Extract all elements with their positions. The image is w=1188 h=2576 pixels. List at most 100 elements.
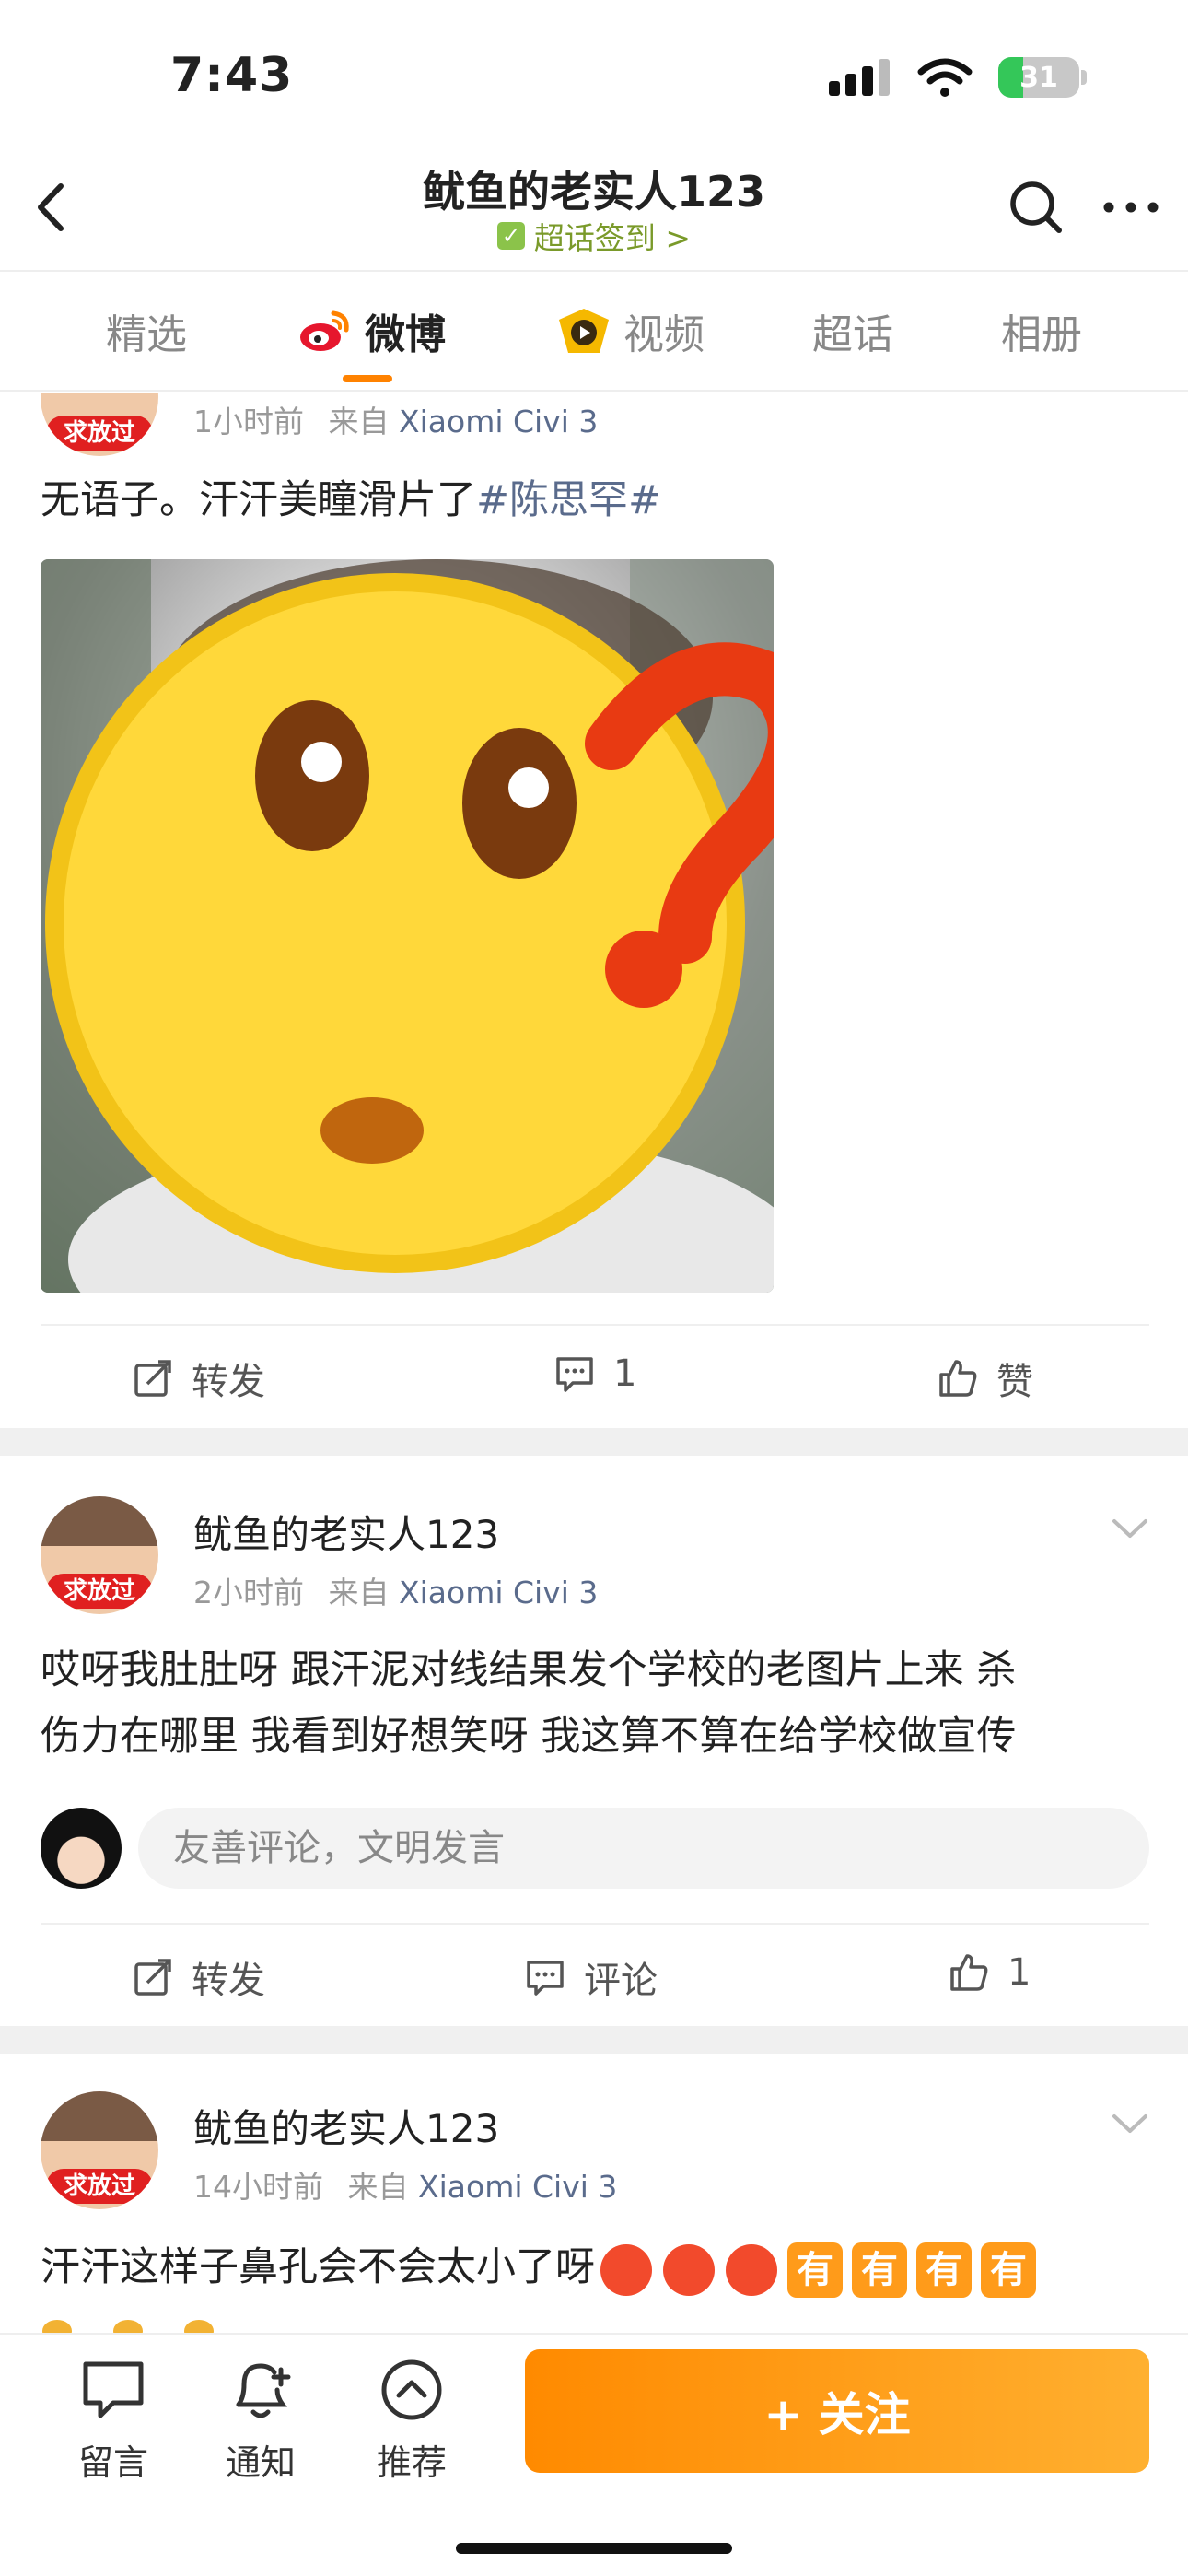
notify-button[interactable]: 通知 (210, 2353, 311, 2485)
post-source[interactable]: Xiaomi Civi 3 (399, 404, 598, 439)
tab-label: 微博 (365, 311, 446, 358)
post-text-line: 哎呀我肚肚呀 跟汗泥对线结果发个学校的老图片上来 杀 (41, 1647, 1017, 1693)
home-indicator[interactable] (456, 2543, 732, 2554)
active-tab-indicator (343, 375, 392, 382)
hot-face-emoji-icon (726, 2243, 777, 2296)
repost-icon (134, 1959, 171, 1996)
header: 鱿鱼的老实人123 ✓ 超话签到 > (0, 147, 1188, 272)
avatar[interactable]: 求放过 (41, 1496, 158, 1614)
chevron-down-icon[interactable] (1109, 1514, 1151, 1541)
topic-link[interactable]: #陈思罕# (476, 477, 661, 523)
post-from-label: 来自 (328, 404, 390, 439)
tab-bar: 精选 微博 视频 超话 相册 (0, 274, 1188, 392)
follow-button[interactable]: + 关注 (525, 2349, 1149, 2473)
author-name[interactable]: 鱿鱼的老实人123 (193, 2098, 499, 2154)
post-from-label: 来自 (328, 1575, 390, 1610)
battery-cap (1081, 70, 1087, 85)
you-emoji-icon: 有 (981, 2242, 1036, 2298)
checkin-label: 超话签到 > (533, 220, 692, 256)
like-label: 赞 (996, 1361, 1033, 1403)
post-meta: 2小时前 来自 Xiaomi Civi 3 (193, 1568, 598, 1612)
avatar-badge: 求放过 (46, 2169, 153, 2204)
recommend-button[interactable]: 推荐 (361, 2353, 462, 2485)
post-meta: 14小时前 来自 Xiaomi Civi 3 (193, 2162, 617, 2207)
tab-label: 视频 (623, 311, 705, 358)
battery-text: 31 (1019, 61, 1058, 94)
repost-button[interactable]: 转发 (131, 1950, 265, 2004)
you-emoji-icon: 有 (916, 2242, 972, 2298)
hot-face-emoji-icon (600, 2243, 652, 2296)
like-count: 1 (1007, 1951, 1031, 1994)
post-time: 2小时前 (193, 1575, 304, 1610)
wifi-icon (917, 58, 973, 97)
feed[interactable]: 求放过 1小时前 来自 Xiaomi Civi 3 无语子。汗汗美瞳滑片了#陈思… (0, 393, 1188, 2333)
chevron-up-circle-icon (381, 2359, 442, 2420)
post-source[interactable]: Xiaomi Civi 3 (399, 1575, 598, 1610)
post-text: 汗汗这样子鼻孔会不会太小了呀有有有有 (41, 2234, 1155, 2301)
comment-icon (527, 1961, 564, 1996)
tab-supertopic[interactable]: 超话 (812, 301, 893, 360)
bottom-bar: 留言 通知 推荐 + 关注 (0, 2333, 1188, 2576)
clap-emoji-icon (42, 2320, 214, 2333)
author-name[interactable]: 鱿鱼的老实人123 (193, 1504, 499, 1560)
notify-label: 通知 (225, 2442, 296, 2483)
post-text-line: 伤力在哪里 我看到好想笑呀 我这算不算在给学校做宣传 (41, 1714, 1017, 1760)
thumbs-up-icon (950, 1954, 988, 1991)
post-body: 无语子。汗汗美瞳滑片了 (41, 477, 476, 523)
search-icon[interactable] (1004, 175, 1068, 240)
post-source[interactable]: Xiaomi Civi 3 (418, 2169, 617, 2205)
thumbs-up-icon (939, 1360, 977, 1397)
more-icon[interactable] (1094, 175, 1168, 240)
post-time: 1小时前 (193, 404, 304, 439)
post-divider (0, 2026, 1188, 2054)
status-time: 7:43 (170, 48, 294, 103)
tab-label: 超话 (812, 311, 893, 358)
repost-label: 转发 (192, 1960, 265, 2002)
chevron-down-icon[interactable] (1109, 2109, 1151, 2137)
video-play-icon (559, 309, 609, 353)
post-image[interactable] (41, 559, 774, 1293)
status-icons: 31 (827, 57, 1087, 98)
message-label: 留言 (77, 2442, 148, 2483)
comment-button[interactable]: 评论 (523, 1950, 658, 2004)
message-button[interactable]: 留言 (63, 2353, 164, 2485)
post-action-bar: 转发 评论 1 (41, 1923, 1149, 2024)
repost-button[interactable]: 转发 (131, 1352, 265, 1405)
comment-icon (556, 1357, 593, 1392)
post-action-bar: 转发 1 赞 (41, 1324, 1149, 1425)
post-time: 14小时前 (193, 2169, 323, 2205)
post-text: 哎呀我肚肚呀 跟汗泥对线结果发个学校的老图片上来 杀 伤力在哪里 我看到好想笑呀… (41, 1637, 1155, 1770)
recommend-label: 推荐 (376, 2442, 447, 2483)
avatar-badge: 求放过 (46, 416, 153, 451)
post-divider (0, 1428, 1188, 1456)
comment-label: 评论 (584, 1960, 658, 2002)
avatar[interactable]: 求放过 (41, 2091, 158, 2209)
message-icon (83, 2361, 144, 2418)
tab-label: 相册 (1001, 311, 1082, 358)
you-emoji-icon: 有 (852, 2242, 907, 2298)
post-meta: 1小时前 来自 Xiaomi Civi 3 (193, 397, 598, 441)
comment-button[interactable]: 1 (553, 1352, 636, 1396)
follow-label: + 关注 (763, 2388, 911, 2441)
comment-count: 1 (613, 1352, 637, 1395)
like-button[interactable]: 赞 (936, 1352, 1033, 1405)
tab-label: 精选 (106, 311, 187, 358)
bell-plus-icon (236, 2363, 291, 2418)
tab-video[interactable]: 视频 (557, 301, 705, 360)
hot-face-emoji-icon (663, 2243, 715, 2296)
calendar-check-icon: ✓ (496, 222, 525, 250)
cellular-signal-icon (829, 59, 890, 96)
tab-featured[interactable]: 精选 (106, 301, 187, 360)
battery-icon: 31 (998, 57, 1079, 98)
clap-emoji-row (41, 2308, 252, 2333)
tab-album[interactable]: 相册 (1001, 301, 1082, 360)
confused-emoji-cover (41, 559, 774, 1293)
post-body: 汗汗这样子鼻孔会不会太小了呀 (41, 2244, 595, 2290)
avatar[interactable]: 求放过 (41, 393, 158, 456)
like-button[interactable]: 1 (947, 1950, 1031, 1995)
status-bar: 7:43 31 (0, 0, 1188, 147)
tab-weibo[interactable]: 微博 (297, 301, 446, 360)
my-avatar (41, 1808, 122, 1889)
comment-input[interactable]: 友善评论，文明发言 (138, 1808, 1149, 1889)
post-from-label: 来自 (347, 2169, 409, 2205)
